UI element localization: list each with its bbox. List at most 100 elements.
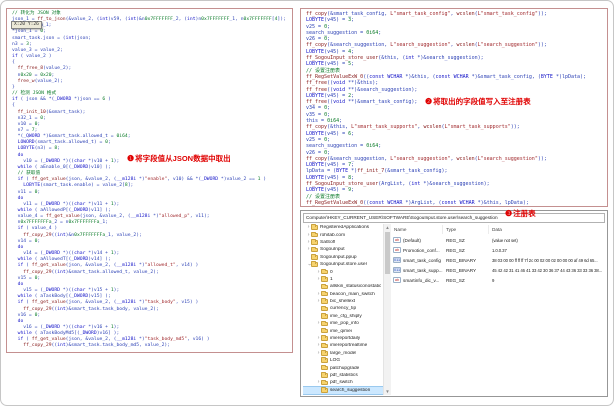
tree-item[interactable]: ime_qimei — [303, 327, 383, 334]
tree-item[interactable]: › 1 — [303, 276, 383, 283]
folder-icon — [321, 379, 328, 386]
registry-value-row[interactable]: ab smartinfo_dic_v... REG_SZ 9 — [391, 275, 605, 285]
annotation-1: ❶将字段值从JSON数据中取出 — [127, 154, 231, 163]
value-type: REG_SZ — [446, 277, 465, 283]
tree-item[interactable]: › SalSoft — [303, 239, 383, 246]
value-data: 1.0.0.37 — [492, 247, 507, 253]
folder-icon — [311, 246, 318, 253]
tree-item[interactable]: LOG — [303, 357, 383, 364]
tree-item[interactable]: › SogouInput.store.user — [303, 261, 383, 268]
tree-item-label: SogouInput.store.user — [320, 262, 368, 268]
tree-item-label: imereportdaily — [330, 336, 361, 342]
tree-item-label: ime_pop_info — [330, 321, 359, 327]
tree-item-label: beacon_main_switch — [330, 291, 375, 297]
tree-item[interactable]: › beacon_main_switch — [303, 291, 383, 298]
tree-item[interactable]: › 0 — [303, 268, 383, 275]
tree-item-label: search_suggestion — [330, 387, 371, 393]
registry-value-row[interactable]: 011 smart_task_config REG_BINARY 38 03 00 0… — [391, 255, 605, 265]
tree-item-label: patchupgrade — [330, 365, 360, 371]
folder-icon — [321, 328, 328, 334]
registry-value-row[interactable]: ab Promotion_conf... REG_SZ 1.0.0.37 — [391, 245, 605, 255]
value-type: REG_BINARY — [446, 267, 477, 273]
scrollbar-thumb[interactable] — [385, 232, 390, 274]
tree-item[interactable]: patchupgrade — [303, 364, 383, 371]
tree-item[interactable]: › imereportdaily — [303, 335, 383, 342]
annotation-2: ❷将取出的字段值写入至注册表 — [425, 97, 531, 106]
tree-item-label: pdf_statistics — [330, 373, 358, 378]
folder-icon — [321, 305, 328, 312]
binary-value-icon: 011 — [393, 257, 401, 263]
tree-item[interactable]: › SogouInput — [303, 246, 383, 253]
folder-icon — [321, 335, 328, 341]
folder-icon — [321, 387, 328, 393]
value-name: (Default) — [403, 237, 421, 243]
tree-item-label: ime_qimei — [330, 328, 352, 334]
folder-icon — [321, 276, 328, 282]
tree-item[interactable]: pdf_statistics — [303, 372, 383, 379]
tree-item-label: allskin_statusiconostatic — [330, 284, 382, 290]
tree-item-label: large_model — [330, 350, 357, 356]
value-type: REG_SZ — [446, 247, 465, 253]
tree-item-label: currency_tip — [330, 306, 357, 312]
folder-icon — [311, 254, 318, 260]
registry-tree[interactable]: › RegisteredApplications › rohitab.com › SalS… — [303, 224, 383, 395]
tree-item[interactable]: currency_tip — [303, 305, 383, 312]
annotation-3: ❸注册表 — [505, 209, 536, 218]
folder-icon — [311, 239, 318, 245]
decompiler-panel-registry-write[interactable]: ff_copy(&smart_task_config, L"smart_task… — [300, 8, 608, 207]
value-name: smartinfo_dic_v... — [403, 277, 440, 283]
value-name: smart_task_supp... — [403, 267, 443, 273]
tree-item-label: bic_shellext — [330, 299, 356, 305]
scroll-down-icon[interactable]: ▼ — [384, 388, 391, 395]
tree-item-label: 1 — [330, 276, 333, 282]
tree-item[interactable]: › bic_shellext — [303, 298, 383, 305]
screenshot-frame: // 转化为 JSON 对象 json_1 = ff_to_json(&value… — [0, 0, 614, 406]
circled-three-icon: ❸ — [505, 209, 513, 218]
binary-value-icon: 011 — [393, 267, 401, 273]
tree-item[interactable]: SogouInput.ppup — [303, 254, 383, 261]
tree-item[interactable]: › pdf_switch — [303, 379, 383, 386]
tree-item-label: 0 — [330, 269, 333, 275]
tree-item-label: LOG — [330, 358, 341, 364]
string-value-icon: ab — [393, 247, 401, 253]
folder-icon — [321, 320, 328, 327]
value-data: 45 42 42 31 41 46 41 33 42 30 36 37 44 4… — [492, 267, 602, 273]
value-list-header: Name Type Data — [391, 224, 605, 235]
tree-item-label: imereportrealtime — [330, 343, 368, 349]
column-header-name[interactable]: Name — [391, 225, 443, 234]
tree-scrollbar[interactable]: ▲ ▼ — [383, 224, 391, 395]
folder-icon — [321, 268, 328, 275]
tree-item-label: SogouInput — [320, 247, 345, 253]
column-header-data[interactable]: Data — [489, 225, 605, 234]
value-name: smart_task_config — [403, 257, 442, 263]
registry-address-bar[interactable]: Computer\HKEY_CURRENT_USER\SOFTWARE\Sogo… — [303, 213, 605, 223]
folder-icon — [321, 291, 328, 297]
column-header-type[interactable]: Type — [443, 225, 489, 234]
tree-item[interactable]: › imereportrealtime — [303, 342, 383, 349]
registry-value-rows: ab (Default) REG_SZ (value not set) ab Promot… — [391, 235, 605, 285]
tree-item[interactable]: › rohitab.com — [303, 231, 383, 238]
scroll-up-icon[interactable]: ▲ — [384, 224, 391, 231]
tree-item[interactable]: › large_model — [303, 350, 383, 357]
tree-item-label: pdf_switch — [330, 380, 353, 386]
folder-icon — [311, 261, 318, 267]
tree-item[interactable]: › ime_pop_info — [303, 320, 383, 327]
tree-item[interactable]: allskin_statusiconostatic — [303, 283, 383, 290]
folder-icon — [321, 372, 328, 378]
tree-item[interactable]: search_suggestion — [303, 385, 383, 395]
folder-icon — [321, 357, 328, 363]
folder-icon — [311, 224, 318, 230]
value-type: REG_BINARY — [446, 257, 477, 263]
code-line: ff_copy_29((int)&smart_task.task_body_md… — [23, 343, 171, 349]
value-data: 38 03 00 00 ff ff ff 7f 2c 00 02 00 02 0… — [492, 257, 598, 263]
folder-icon — [321, 350, 328, 356]
code-line: json_1 = ff_to_json(&value_2, (int)v59, … — [12, 17, 286, 23]
tree-item[interactable]: › RegisteredApplications — [303, 224, 383, 231]
registry-value-row[interactable]: ab (Default) REG_SZ (value not set) — [391, 235, 605, 245]
registry-editor-window: Computer\HKEY_CURRENT_USER\SOFTWARE\Sogo… — [300, 210, 608, 397]
value-data: 9 — [492, 277, 495, 283]
tree-item-label: rohitab.com — [320, 232, 346, 238]
tree-item[interactable]: ime_cfg_shiply — [303, 313, 383, 320]
decompiler-panel-json-parse[interactable]: // 转化为 JSON 对象 json_1 = ff_to_json(&value… — [6, 8, 293, 353]
registry-value-row[interactable]: 011 smart_task_supp... REG_BINARY 45 42 42 … — [391, 265, 605, 275]
